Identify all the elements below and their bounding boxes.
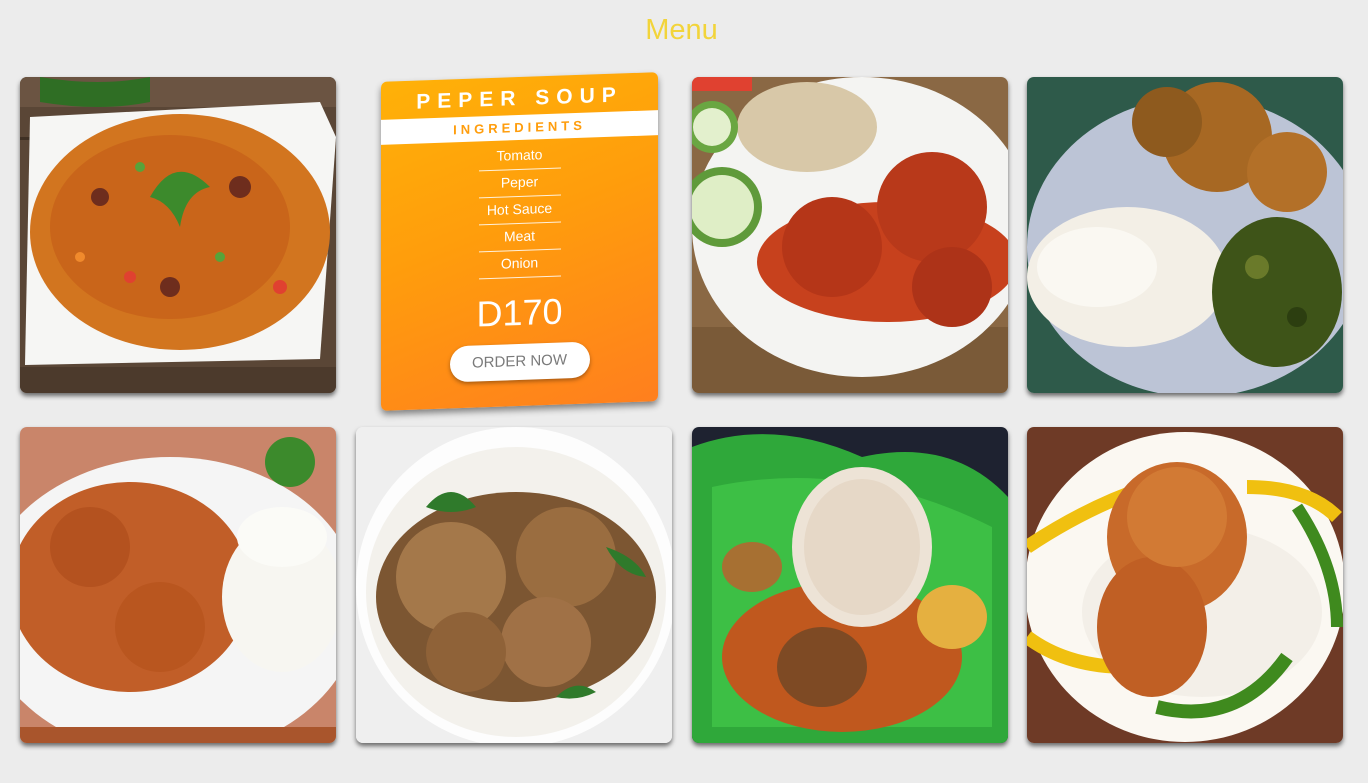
ingredients-label: INGREDIENTS xyxy=(381,110,658,145)
ingredient-item: Onion xyxy=(478,249,561,280)
menu-item-stew-rice[interactable] xyxy=(20,427,336,743)
menu-item-jollof-rice[interactable] xyxy=(20,77,336,393)
page-title: Menu xyxy=(645,14,718,46)
order-now-button[interactable]: ORDER NOW xyxy=(449,341,590,383)
featured-card-peper-soup: PEPER SOUP INGREDIENTS Tomato Peper Hot … xyxy=(381,72,658,411)
ingredients-list: Tomato Peper Hot Sauce Meat Onion xyxy=(478,141,561,280)
menu-item-fried-chicken[interactable] xyxy=(1027,427,1343,743)
fufu-image xyxy=(1027,77,1343,393)
menu-item-braised-chicken[interactable] xyxy=(356,427,672,743)
price: D170 xyxy=(476,290,563,335)
stew-rice-image xyxy=(20,427,336,743)
ingredient-item: Meat xyxy=(478,222,561,253)
braised-chicken-image xyxy=(356,427,672,743)
ingredient-item: Hot Sauce xyxy=(478,195,561,226)
menu-item-chicken-stew[interactable] xyxy=(692,77,1008,393)
menu-item-fufu[interactable] xyxy=(1027,77,1343,393)
menu-item-ofada-rice[interactable] xyxy=(692,427,1008,743)
jollof-rice-image xyxy=(20,77,336,393)
chicken-stew-image xyxy=(692,77,1008,393)
ingredient-item: Peper xyxy=(478,168,561,199)
fried-chicken-image xyxy=(1027,427,1343,743)
ofada-rice-image xyxy=(692,427,1008,743)
ingredient-item: Tomato xyxy=(478,141,561,172)
